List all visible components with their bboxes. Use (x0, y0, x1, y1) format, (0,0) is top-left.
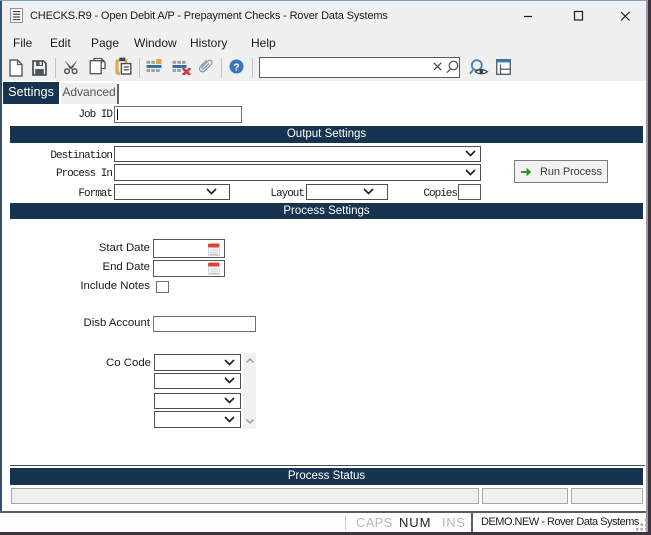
svg-text:?: ? (233, 61, 239, 73)
